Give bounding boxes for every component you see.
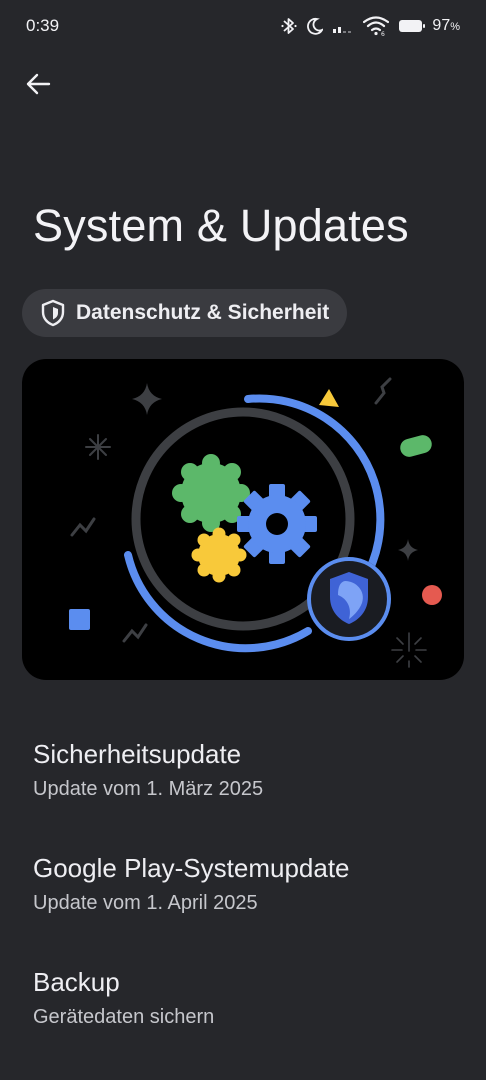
chip-label: Datenschutz & Sicherheit xyxy=(76,301,330,324)
wifi-icon: 6 xyxy=(363,16,390,36)
battery-percent: 97% xyxy=(432,17,460,35)
gears-shield-illustration xyxy=(69,377,442,668)
privacy-security-chip[interactable]: Datenschutz & Sicherheit xyxy=(22,289,348,337)
menu-item-subtitle: Gerätedaten sichern xyxy=(33,1006,215,1028)
status-time: 0:39 xyxy=(26,16,60,35)
screen: 0:39 6 97% System & Updates Datenschutz … xyxy=(0,0,486,1080)
status-icons: 6 97% xyxy=(281,16,460,36)
menu-item-subtitle: Update vom 1. April 2025 xyxy=(33,892,258,914)
bluetooth-icon xyxy=(281,16,298,36)
shield-icon xyxy=(41,299,65,327)
menu-item-backup[interactable]: Backup Gerätedaten sichern xyxy=(33,966,466,1030)
menu-item-title: Backup xyxy=(33,967,120,997)
arrow-back-icon xyxy=(26,73,51,95)
menu-item-title: Sicherheitsupdate xyxy=(33,739,242,769)
battery-value: 97 xyxy=(432,17,451,34)
menu-item-google-play-system-update[interactable]: Google Play-Systemupdate Update vom 1. A… xyxy=(33,852,466,916)
menu-item-security-update[interactable]: Sicherheitsupdate Update vom 1. März 202… xyxy=(33,738,466,802)
do-not-disturb-moon-icon xyxy=(306,17,324,35)
battery-icon xyxy=(398,18,426,34)
signal-icon xyxy=(332,19,354,33)
menu-item-subtitle: Update vom 1. März 2025 xyxy=(33,778,264,800)
hero-illustration xyxy=(22,359,464,680)
page-title: System & Updates xyxy=(33,200,409,251)
menu-item-title: Google Play-Systemupdate xyxy=(33,853,350,883)
battery-suffix: % xyxy=(450,21,460,33)
back-button[interactable] xyxy=(20,66,56,102)
svg-text:6: 6 xyxy=(381,31,385,36)
status-bar: 0:39 6 97% xyxy=(0,0,486,52)
